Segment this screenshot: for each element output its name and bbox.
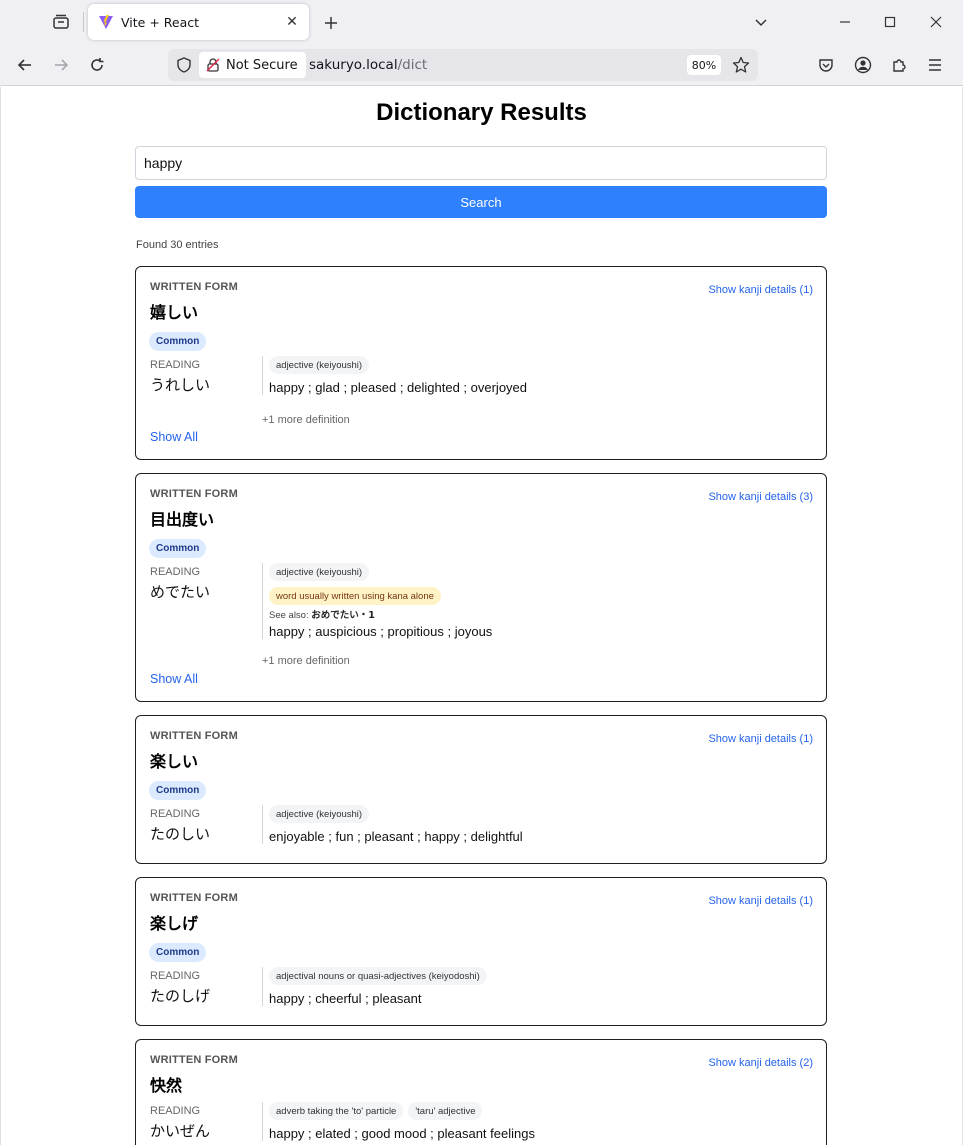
- site-security-button[interactable]: Not Secure: [199, 52, 306, 78]
- written-form-word: 嬉しい: [150, 303, 199, 322]
- vite-logo-icon: [98, 14, 114, 30]
- sense-block: adjective (keiyoushi) enjoyable ; fun ; …: [262, 805, 523, 844]
- show-kanji-details-link[interactable]: Show kanji details (1): [708, 284, 813, 296]
- reading-label: READING: [150, 1105, 201, 1117]
- browser-tab[interactable]: Vite + React ✕: [88, 4, 309, 40]
- pos-tag: adjective (keiyoushi): [269, 563, 370, 581]
- common-badge: Common: [149, 943, 207, 962]
- pos-tags: adjective (keiyoushi): [269, 805, 523, 823]
- see-also-link[interactable]: おめでたい・1: [311, 610, 375, 621]
- written-form-word: 楽しい: [150, 752, 199, 771]
- dictionary-entry: WRITTEN FORM 目出度い Show kanji details (3)…: [135, 473, 827, 702]
- reading-text: たのしげ: [150, 987, 211, 1005]
- dictionary-entry: WRITTEN FORM 嬉しい Show kanji details (1) …: [135, 266, 827, 460]
- gloss-text: happy ; cheerful ; pleasant: [269, 991, 422, 1006]
- show-kanji-details-link[interactable]: Show kanji details (1): [708, 733, 813, 745]
- pos-tag: 'taru' adjective: [408, 1102, 483, 1120]
- reading-label: READING: [150, 808, 201, 820]
- gloss-text: happy ; glad ; pleased ; delighted ; ove…: [269, 380, 528, 395]
- sense-block: adjectival nouns or quasi-adjectives (ke…: [262, 967, 487, 1006]
- url-text[interactable]: sakuryo.local/dict: [309, 57, 427, 73]
- zoom-level-button[interactable]: 80%: [687, 55, 721, 75]
- see-also-prefix: See also:: [269, 610, 309, 621]
- show-kanji-details-link[interactable]: Show kanji details (3): [708, 491, 813, 503]
- reload-icon[interactable]: [83, 51, 111, 79]
- tab-title: Vite + React: [121, 14, 200, 30]
- pos-tags: adjectival nouns or quasi-adjectives (ke…: [269, 967, 487, 985]
- written-form-word: 目出度い: [150, 510, 215, 529]
- show-kanji-details-link[interactable]: Show kanji details (1): [708, 895, 813, 907]
- more-definitions-text: +1 more definition: [262, 414, 350, 426]
- written-form-label: WRITTEN FORM: [150, 281, 238, 293]
- more-definitions-text: +1 more definition: [262, 655, 350, 667]
- show-all-link[interactable]: Show All: [150, 430, 198, 444]
- page-viewport: Dictionary Results Search Found 30 entri…: [0, 87, 963, 1145]
- chevron-down-icon[interactable]: [748, 10, 774, 36]
- url-bar[interactable]: Not Secure sakuryo.local/dict 80%: [168, 49, 758, 81]
- sense-block: adjective (keiyoushi) word usually writt…: [262, 563, 492, 639]
- bookmark-star-icon[interactable]: [729, 53, 753, 77]
- forward-arrow-icon[interactable]: [47, 51, 75, 79]
- pos-tag: adjective (keiyoushi): [269, 356, 370, 374]
- tracking-shield-icon[interactable]: [174, 55, 194, 75]
- see-also: See also: おめでたい・1: [269, 607, 492, 621]
- results-count: Found 30 entries: [136, 239, 219, 251]
- sense-block: adverb taking the 'to' particle 'taru' a…: [262, 1102, 535, 1141]
- dictionary-entry: WRITTEN FORM 楽しい Show kanji details (1) …: [135, 715, 827, 864]
- url-path: /dict: [397, 57, 428, 73]
- search-button[interactable]: Search: [135, 186, 827, 218]
- tab-overview-icon[interactable]: [46, 8, 76, 36]
- pos-tags: adjective (keiyoushi): [269, 563, 492, 581]
- insecure-lock-icon: [205, 57, 221, 73]
- written-form-label: WRITTEN FORM: [150, 730, 238, 742]
- maximize-icon[interactable]: [875, 8, 905, 36]
- reading-label: READING: [150, 359, 201, 371]
- gloss-text: happy ; auspicious ; propitious ; joyous: [269, 624, 493, 639]
- dictionary-entry: WRITTEN FORM 楽しげ Show kanji details (1) …: [135, 877, 827, 1026]
- common-badge: Common: [149, 781, 207, 800]
- browser-chrome: Vite + React ✕ Not Secure sakuryo.local/…: [0, 0, 963, 86]
- tab-divider: [83, 12, 84, 32]
- pos-tags: adverb taking the 'to' particle 'taru' a…: [269, 1102, 535, 1120]
- pos-tag: adjective (keiyoushi): [269, 805, 370, 823]
- close-tab-icon[interactable]: ✕: [283, 13, 301, 31]
- reading-label: READING: [150, 566, 201, 578]
- close-window-icon[interactable]: [921, 8, 951, 36]
- pos-tags: adjective (keiyoushi): [269, 356, 527, 374]
- pos-tag: adjectival nouns or quasi-adjectives (ke…: [269, 967, 487, 985]
- navigation-bar: Not Secure sakuryo.local/dict 80%: [0, 44, 963, 86]
- reading-text: めでたい: [150, 583, 211, 601]
- pocket-icon[interactable]: [812, 51, 840, 79]
- gloss-text: happy ; elated ; good mood ; pleasant fe…: [269, 1126, 535, 1141]
- common-badge: Common: [149, 332, 207, 351]
- new-tab-icon[interactable]: [318, 10, 344, 36]
- search-input[interactable]: [135, 146, 827, 180]
- sense-block: adjective (keiyoushi) happy ; glad ; ple…: [262, 356, 527, 395]
- page-title: Dictionary Results: [376, 99, 587, 126]
- pos-tag: adverb taking the 'to' particle: [269, 1102, 404, 1120]
- reading-label: READING: [150, 970, 201, 982]
- security-text: Not Secure: [226, 57, 298, 73]
- hamburger-menu-icon[interactable]: [921, 51, 949, 79]
- reading-text: たのしい: [150, 825, 211, 843]
- written-form-label: WRITTEN FORM: [150, 892, 238, 904]
- written-form-word: 楽しげ: [150, 914, 199, 933]
- show-kanji-details-link[interactable]: Show kanji details (2): [708, 1057, 813, 1069]
- common-badge: Common: [149, 539, 207, 558]
- url-host: sakuryo.local: [309, 57, 398, 73]
- written-form-word: 快然: [150, 1076, 183, 1095]
- back-arrow-icon[interactable]: [11, 51, 39, 79]
- account-icon[interactable]: [849, 51, 877, 79]
- written-form-label: WRITTEN FORM: [150, 488, 238, 500]
- misc-tag: word usually written using kana alone: [269, 587, 441, 605]
- gloss-text: enjoyable ; fun ; pleasant ; happy ; del…: [269, 829, 523, 844]
- extensions-puzzle-icon[interactable]: [885, 51, 913, 79]
- reading-text: うれしい: [150, 376, 211, 394]
- reading-text: かいぜん: [150, 1122, 211, 1140]
- dictionary-entry: WRITTEN FORM 快然 Show kanji details (2) R…: [135, 1039, 827, 1145]
- show-all-link[interactable]: Show All: [150, 672, 198, 686]
- minimize-icon[interactable]: [830, 8, 860, 36]
- written-form-label: WRITTEN FORM: [150, 1054, 238, 1066]
- tab-bar: Vite + React ✕: [0, 0, 963, 44]
